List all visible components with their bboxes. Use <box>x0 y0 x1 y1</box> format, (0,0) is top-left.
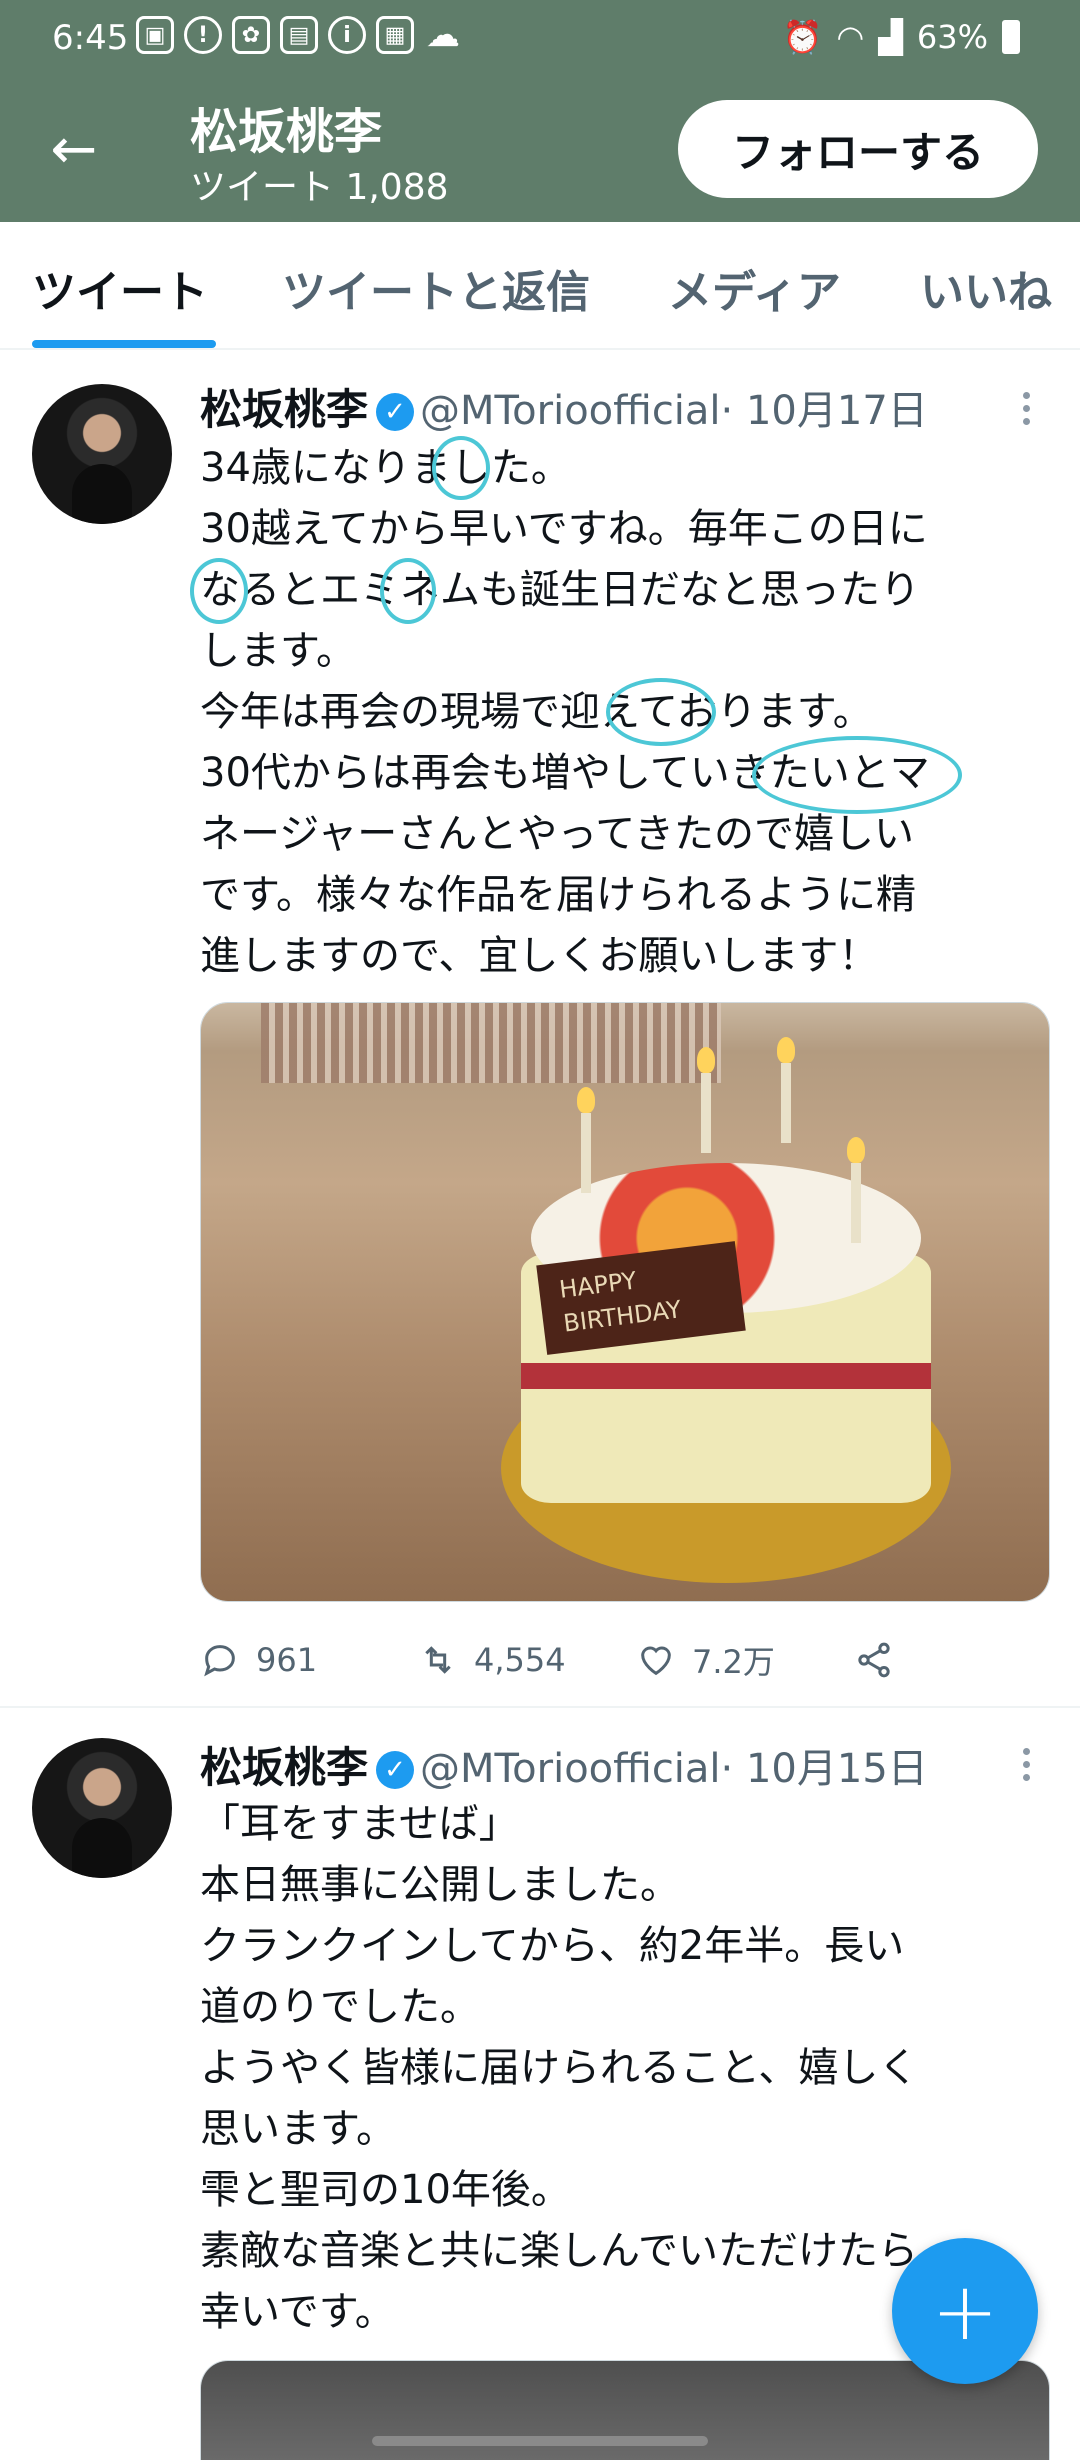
tweet-line: です。様々な作品を届けられるように精 <box>200 872 916 918</box>
author-name[interactable]: 松坂桃李 <box>200 1743 368 1792</box>
heart-icon <box>641 1646 671 1676</box>
tweet-header: 松坂桃李 ✓ @MTorioofficial· 10月15日 <box>200 1734 928 1795</box>
verified-badge-icon: ✓ <box>376 1751 415 1789</box>
more-options-icon[interactable] <box>1014 392 1038 425</box>
tweet-line: 30越えてから早いですね。毎年この日に <box>200 506 928 552</box>
more-options-icon[interactable] <box>1014 1748 1038 1781</box>
shield-icon: ! <box>184 16 222 54</box>
candle <box>697 1047 715 1153</box>
avatar[interactable] <box>32 384 172 524</box>
tab-tweets[interactable]: ツイート <box>32 256 208 320</box>
battery-icon <box>1002 20 1020 54</box>
profile-header: 6:45 ▣ ! ✿ ▤ i ▦ ☁ ⏰ ◠ ▟ 63% ← 松坂桃李 ツイート… <box>0 0 1080 222</box>
tweet-line: クランクインしてから、約2年半。長い <box>200 1923 905 1969</box>
status-time: 6:45 <box>52 18 129 58</box>
candle <box>577 1087 595 1193</box>
tweet-line: 道のりでした。 <box>200 1984 480 2030</box>
retweet-icon <box>425 1646 451 1674</box>
tab-media[interactable]: メディア <box>668 256 841 320</box>
tweet-line: 進しますので、宜しくお願いします！ <box>200 933 879 979</box>
tweet-header: 松坂桃李 ✓ @MTorioofficial· 10月17日 <box>200 376 928 437</box>
active-tab-indicator <box>32 340 216 348</box>
share-button[interactable] <box>854 1640 894 1680</box>
wifi-icon: ◠ <box>836 18 865 56</box>
tweet[interactable]: 松坂桃李 ✓ @MTorioofficial· 10月17日 34歳になりました。 … <box>0 352 1080 1700</box>
signal-icon: ▟ <box>878 18 903 56</box>
annotation-circle <box>752 736 962 814</box>
tweet-line: なるとエミネムも誕生日だなと思ったり <box>200 567 920 613</box>
reply-icon <box>204 1645 235 1677</box>
candle <box>777 1037 795 1143</box>
like-button[interactable]: 7.2万 <box>636 1637 854 1683</box>
tweet-actions: 961 4,554 7.2万 <box>200 1630 894 1690</box>
annotation-circle <box>606 678 716 746</box>
info-icon: i <box>328 16 366 54</box>
screenshot-icon: ▣ <box>136 16 174 54</box>
tweet-count: ツイート 1,088 <box>190 167 449 208</box>
reply-count: 961 <box>256 1641 318 1679</box>
plus-icon: + <box>931 2264 999 2358</box>
tweet-line: 雫と聖司の10年後。 <box>200 2167 571 2213</box>
status-right: ⏰ ◠ ▟ 63% <box>782 18 1020 56</box>
tweet-line: ネージャーさんとやってきたので嬉しい <box>200 811 914 857</box>
tab-likes[interactable]: いいね <box>920 256 1052 320</box>
gesture-navigation-bar[interactable] <box>372 2436 708 2446</box>
cloud-icon: ☁ <box>426 15 460 55</box>
tweet-line: ようやく皆様に届けられること、嬉しく <box>200 2045 919 2091</box>
tweet-date[interactable]: · 10月17日 <box>721 388 928 434</box>
compose-tweet-button[interactable]: + <box>892 2238 1038 2384</box>
birthday-cake-photo: HAPPY BIRTHDAY <box>201 1003 1049 1601</box>
annotation-circle <box>432 436 490 500</box>
follow-button[interactable]: フォローする <box>678 100 1038 198</box>
annotation-circle <box>380 558 436 624</box>
battery-level: 63% <box>916 18 988 56</box>
tab-tweets-and-replies[interactable]: ツイートと返信 <box>282 256 590 320</box>
tweet-line: します。 <box>200 628 356 674</box>
author-handle[interactable]: @MTorioofficial <box>420 388 721 434</box>
tweet-date[interactable]: · 10月15日 <box>721 1746 928 1792</box>
tweet-image[interactable]: HAPPY BIRTHDAY <box>200 1002 1050 1602</box>
avatar[interactable] <box>32 1738 172 1878</box>
app-icon: ✿ <box>232 16 270 54</box>
retweet-count: 4,554 <box>474 1641 566 1679</box>
profile-name: 松坂桃李 <box>190 104 383 160</box>
candle <box>847 1137 865 1243</box>
author-handle[interactable]: @MTorioofficial <box>420 1746 721 1792</box>
profile-tabs: ツイート ツイートと返信 メディア いいね <box>0 222 1080 350</box>
calendar-icon: ▦ <box>376 16 414 54</box>
alarm-icon: ⏰ <box>782 18 823 56</box>
reply-button[interactable]: 961 <box>200 1640 418 1680</box>
tweet-line: 34歳になりました。 <box>200 445 571 491</box>
tweet-line: 「耳をすませば」 <box>200 1801 519 1847</box>
notification-icons: ▣ ! ✿ ▤ i ▦ ☁ <box>136 15 462 55</box>
tweet-line: 思います。 <box>200 2106 396 2152</box>
tweet-line: 本日無事に公開しました。 <box>200 1862 680 1908</box>
status-bar: 6:45 ▣ ! ✿ ▤ i ▦ ☁ ⏰ ◠ ▟ 63% <box>0 0 1080 80</box>
like-count: 7.2万 <box>692 1643 775 1681</box>
back-arrow-icon[interactable]: ← <box>44 120 104 180</box>
rug <box>261 1003 721 1083</box>
cake-ribbon <box>521 1363 931 1389</box>
author-name[interactable]: 松坂桃李 <box>200 385 368 434</box>
verified-badge-icon: ✓ <box>376 393 415 431</box>
retweet-button[interactable]: 4,554 <box>418 1640 636 1680</box>
share-icon <box>858 1642 890 1678</box>
sim-icon: ▤ <box>280 16 318 54</box>
annotation-circle <box>190 558 248 624</box>
